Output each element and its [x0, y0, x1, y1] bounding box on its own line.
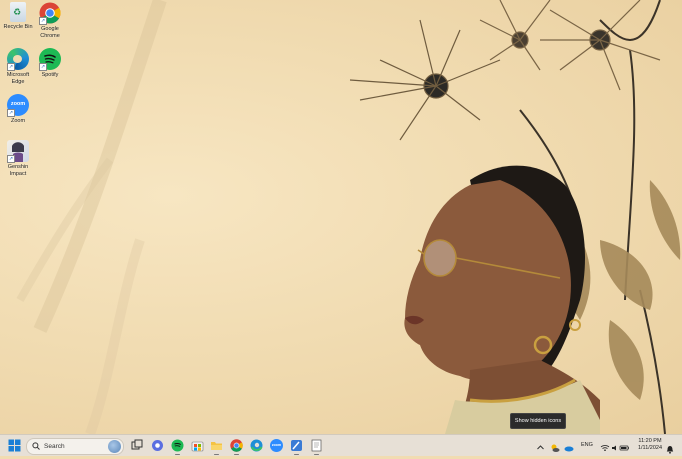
taskbar-notepad[interactable] — [310, 439, 323, 455]
tray-onedrive[interactable] — [564, 440, 574, 452]
notepad-icon — [311, 439, 322, 452]
taskbar-file-explorer[interactable] — [210, 439, 223, 455]
battery-icon — [619, 445, 629, 451]
desktop-icon-spotify[interactable]: ↗ Spotify — [35, 48, 65, 79]
wifi-icon — [600, 445, 610, 451]
volume-icon — [612, 445, 616, 451]
taskbar-pen-tool[interactable] — [290, 439, 303, 455]
weather-icon — [551, 444, 560, 452]
taskbar-zoom[interactable]: zoom — [270, 439, 283, 452]
taskbar-task-view[interactable] — [131, 439, 144, 452]
search-icon — [32, 442, 40, 450]
store-icon — [191, 441, 204, 452]
desktop-icon-microsoft-edge[interactable]: ↗ Microsoft Edge — [3, 48, 33, 85]
tray-clock[interactable]: 11:20 PM 1/11/2024 — [632, 438, 668, 452]
desktop-icon-zoom[interactable]: zoom ↗ Zoom — [3, 94, 33, 125]
desktop: ♻ Recycle Bin ↗ Google Chrome ↗ Microsof… — [0, 0, 682, 434]
edge-icon: ↗ — [7, 48, 29, 71]
desktop-icon-genshin-impact[interactable]: ↗ Genshin Impact — [3, 140, 33, 177]
taskbar-store[interactable] — [191, 439, 204, 452]
shortcut-arrow-icon: ↗ — [7, 63, 15, 71]
zoom-icon: zoom ↗ — [7, 94, 29, 117]
taskbar-edge[interactable] — [250, 439, 263, 452]
tray-weather[interactable] — [550, 440, 560, 452]
shortcut-arrow-icon: ↗ — [39, 63, 47, 71]
chat-icon — [152, 440, 163, 451]
file-explorer-icon — [211, 442, 222, 450]
desktop-icon-label: Spotify — [41, 72, 59, 78]
thistle-3 — [479, 0, 551, 71]
desktop-icon-google-chrome[interactable]: ↗ Google Chrome — [35, 2, 65, 39]
pen-tool-icon — [291, 440, 302, 451]
desktop-icon-recycle-bin[interactable]: ♻ Recycle Bin — [3, 2, 33, 31]
desktop-icon-label: Microsoft Edge — [6, 72, 30, 85]
desktop-icon-label: Zoom — [10, 118, 26, 124]
edge-icon — [250, 439, 263, 452]
chrome-icon: ↗ — [39, 2, 61, 25]
start-button[interactable] — [8, 439, 21, 452]
tray-quick-settings[interactable] — [600, 440, 630, 451]
thistle-1 — [349, 19, 501, 141]
show-hidden-icons-button[interactable] — [536, 440, 545, 451]
quick-settings-icons — [600, 445, 629, 451]
chrome-icon — [230, 439, 243, 452]
windows-start-icon — [8, 439, 21, 452]
taskbar-spotify[interactable] — [171, 439, 184, 455]
taskbar-chat[interactable] — [151, 439, 164, 452]
clock-date: 1/11/2024 — [637, 445, 663, 451]
onedrive-icon — [564, 446, 574, 452]
zoom-icon: zoom — [270, 439, 283, 452]
zoom-glyph-text: zoom — [271, 443, 282, 447]
clock-time: 11:20 PM — [638, 438, 662, 444]
task-view-icon — [131, 439, 143, 450]
search-placeholder: Search — [44, 443, 65, 450]
notification-button[interactable] — [666, 441, 674, 454]
shortcut-arrow-icon: ↗ — [7, 155, 15, 163]
recycle-bin-icon: ♻ — [10, 2, 26, 22]
genshin-impact-icon: ↗ — [7, 140, 29, 163]
taskbar-search[interactable]: Search — [26, 438, 124, 455]
zoom-glyph-text: zoom — [10, 101, 26, 107]
wallpaper-art — [349, 0, 681, 434]
taskbar-chrome[interactable] — [230, 439, 243, 455]
thistle-2 — [540, 0, 661, 91]
spotify-icon: ↗ — [39, 48, 61, 71]
show-hidden-icons-tooltip: Show hidden icons — [510, 413, 566, 429]
chevron-up-icon — [537, 445, 544, 450]
desktop-icon-label: Google Chrome — [40, 26, 60, 39]
shortcut-arrow-icon: ↗ — [39, 17, 47, 25]
bell-icon — [666, 446, 674, 454]
language-indicator[interactable]: ENG — [581, 442, 593, 448]
spotify-icon — [171, 439, 184, 452]
shortcut-arrow-icon: ↗ — [7, 109, 15, 117]
svg-text:♻: ♻ — [13, 8, 21, 18]
taskbar: Search zoom ENG 11:20 PM 1/11/2024 — [0, 434, 682, 456]
desktop-icon-label: Recycle Bin — [3, 24, 33, 30]
search-highlight-icon — [108, 440, 121, 453]
desktop-icon-label: Genshin Impact — [7, 164, 29, 177]
